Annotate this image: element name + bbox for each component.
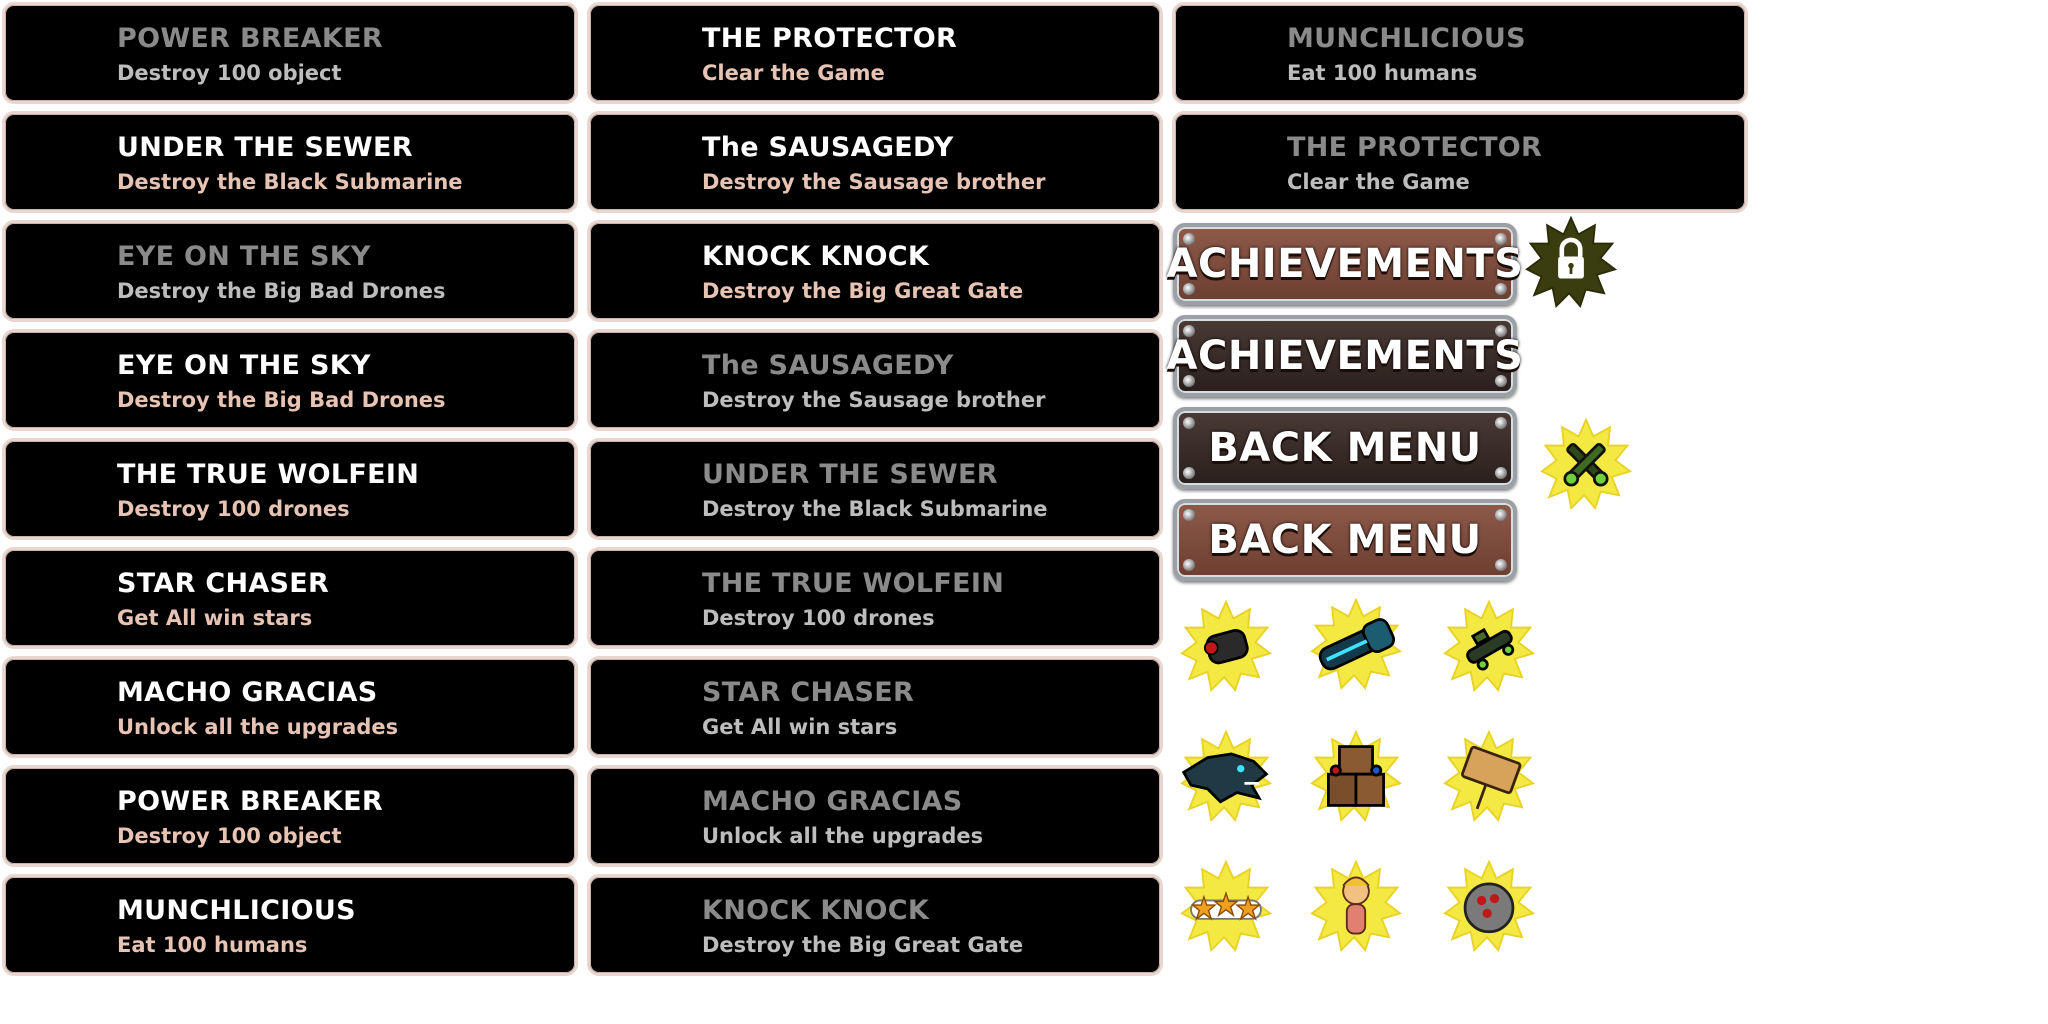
achievement-title: THE PROTECTOR	[1287, 132, 1543, 163]
achievement-desc: Destroy the Big Bad Drones	[117, 388, 446, 412]
achievement-card-knock-knock[interactable]: KNOCK KNOCK Destroy the Big Great Gate	[587, 220, 1163, 322]
power-glove-icon	[1310, 598, 1402, 690]
achievement-desc: Eat 100 humans	[117, 933, 308, 957]
achievement-title: UNDER THE SEWER	[702, 459, 998, 490]
achievement-desc: Destroy 100 object	[117, 824, 342, 848]
achievement-desc: Get All win stars	[117, 606, 313, 630]
achievement-desc: Unlock all the upgrades	[702, 824, 984, 848]
sausage-girl-icon	[1310, 860, 1402, 952]
drone-icon	[1443, 600, 1535, 692]
achievement-card-the-protector-locked[interactable]: THE PROTECTOR Clear the Game	[1172, 111, 1748, 213]
achievement-card-eye-on-the-sky-locked[interactable]: EYE ON THE SKY Destroy the Big Bad Drone…	[2, 220, 578, 322]
achievement-title: POWER BREAKER	[117, 23, 383, 54]
cannon-icon	[1180, 600, 1272, 692]
achievements-button-label: ACHIEVEMENTS	[1166, 241, 1524, 287]
achievement-title: MACHO GRACIAS	[702, 786, 963, 817]
achievement-card-star-chaser[interactable]: STAR CHASER Get All win stars	[2, 547, 578, 649]
achievements-button-pressed[interactable]: ACHIEVEMENTS	[1167, 223, 1523, 305]
padlock-icon	[1525, 216, 1617, 308]
achievement-card-munchlicious[interactable]: MUNCHLICIOUS Eat 100 humans	[2, 874, 578, 976]
achievement-card-power-breaker-locked[interactable]: POWER BREAKER Destroy 100 object	[2, 2, 578, 104]
achievement-title: STAR CHASER	[117, 568, 330, 599]
bowling-ball-icon	[1443, 860, 1535, 952]
achievement-card-munchlicious-locked[interactable]: MUNCHLICIOUS Eat 100 humans	[1172, 2, 1748, 104]
achievement-card-eye-on-the-sky[interactable]: EYE ON THE SKY Destroy the Big Bad Drone…	[2, 329, 578, 431]
achievement-title: EYE ON THE SKY	[117, 241, 371, 272]
achievements-button[interactable]: ACHIEVEMENTS	[1167, 315, 1523, 397]
achievement-card-under-the-sewer[interactable]: UNDER THE SEWER Destroy the Black Submar…	[2, 111, 578, 213]
achievement-desc: Destroy 100 object	[117, 61, 342, 85]
achievement-title: POWER BREAKER	[117, 786, 383, 817]
back-menu-button-label: BACK MENU	[1208, 425, 1482, 471]
dragon-head-icon	[1180, 730, 1272, 822]
achievement-title: MACHO GRACIAS	[117, 677, 378, 708]
achievement-card-power-breaker[interactable]: POWER BREAKER Destroy 100 object	[2, 765, 578, 867]
back-menu-button[interactable]: BACK MENU	[1173, 407, 1517, 489]
achievement-desc: Destroy the Sausage brother	[702, 388, 1046, 412]
achievement-card-the-protector[interactable]: THE PROTECTOR Clear the Game	[587, 2, 1163, 104]
achievement-desc: Destroy the Big Great Gate	[702, 279, 1024, 303]
achievement-desc: Destroy the Big Bad Drones	[117, 279, 446, 303]
achievement-title: The SAUSAGEDY	[702, 132, 954, 163]
achievement-title: The SAUSAGEDY	[702, 350, 954, 381]
crates-icon	[1310, 730, 1402, 822]
achievement-desc: Unlock all the upgrades	[117, 715, 399, 739]
achievement-card-macho-gracias-locked[interactable]: MACHO GRACIAS Unlock all the upgrades	[587, 765, 1163, 867]
achievement-card-knock-knock-locked[interactable]: KNOCK KNOCK Destroy the Big Great Gate	[587, 874, 1163, 976]
achievement-card-the-sausagedy[interactable]: The SAUSAGEDY Destroy the Sausage brothe…	[587, 111, 1163, 213]
achievement-title: KNOCK KNOCK	[702, 241, 930, 272]
achievement-title: EYE ON THE SKY	[117, 350, 371, 381]
achievement-card-the-true-wolfein[interactable]: THE TRUE WOLFEIN Destroy 100 drones	[2, 438, 578, 540]
achievement-card-star-chaser-locked[interactable]: STAR CHASER Get All win stars	[587, 656, 1163, 758]
achievement-title: UNDER THE SEWER	[117, 132, 413, 163]
achievement-desc: Eat 100 humans	[1287, 61, 1478, 85]
achievement-desc: Destroy 100 drones	[117, 497, 350, 521]
achievement-desc: Destroy the Sausage brother	[702, 170, 1046, 194]
achievement-title: THE PROTECTOR	[702, 23, 958, 54]
achievement-title: KNOCK KNOCK	[702, 895, 930, 926]
achievement-desc: Destroy the Black Submarine	[702, 497, 1048, 521]
achievement-title: THE TRUE WOLFEIN	[702, 568, 1005, 599]
achievement-desc: Destroy the Black Submarine	[117, 170, 463, 194]
achievement-desc: Clear the Game	[1287, 170, 1470, 194]
three-stars-icon	[1180, 860, 1272, 952]
achievement-desc: Get All win stars	[702, 715, 898, 739]
achievement-card-the-true-wolfein-locked[interactable]: THE TRUE WOLFEIN Destroy 100 drones	[587, 547, 1163, 649]
achievement-card-under-the-sewer-locked[interactable]: UNDER THE SEWER Destroy the Black Submar…	[587, 438, 1163, 540]
achievement-card-the-sausagedy-locked[interactable]: The SAUSAGEDY Destroy the Sausage brothe…	[587, 329, 1163, 431]
achievement-title: THE TRUE WOLFEIN	[117, 459, 420, 490]
achievement-desc: Destroy the Big Great Gate	[702, 933, 1024, 957]
achievement-title: MUNCHLICIOUS	[117, 895, 356, 926]
back-menu-button-label: BACK MENU	[1208, 517, 1482, 563]
achievement-card-macho-gracias[interactable]: MACHO GRACIAS Unlock all the upgrades	[2, 656, 578, 758]
back-menu-button-pressed[interactable]: BACK MENU	[1173, 499, 1517, 581]
achievement-title: STAR CHASER	[702, 677, 915, 708]
yum-sign-icon	[1443, 730, 1535, 822]
achievement-desc: Destroy 100 drones	[702, 606, 935, 630]
achievement-title: MUNCHLICIOUS	[1287, 23, 1526, 54]
achievements-button-label: ACHIEVEMENTS	[1166, 333, 1524, 379]
crossed-guns-icon	[1540, 418, 1632, 510]
achievement-desc: Clear the Game	[702, 61, 885, 85]
